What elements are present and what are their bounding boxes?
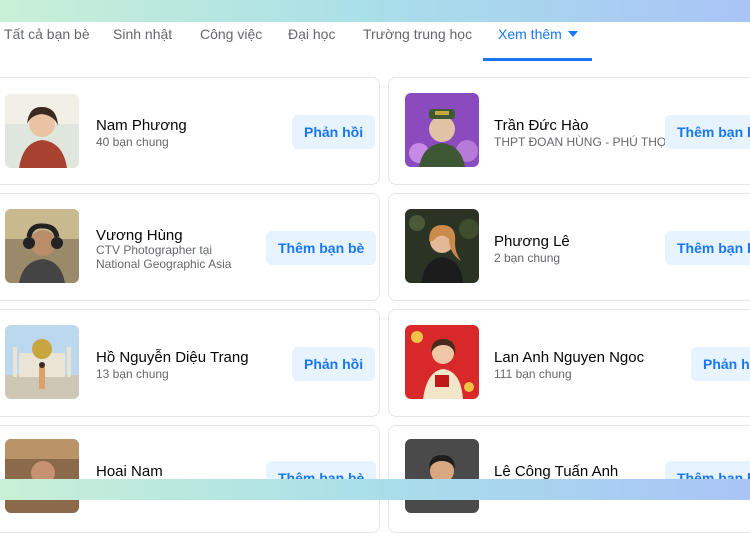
friend-name[interactable]: Trần Đức Hào (494, 117, 589, 134)
tab-university[interactable]: Đại học (288, 22, 335, 62)
tab-see-more[interactable]: Xem thêm (498, 22, 578, 62)
friend-card[interactable]: Nam Phương 40 bạn chung Phản hồi (0, 77, 380, 185)
friend-school: THPT ĐOAN HÙNG - PHÚ THỌ (494, 135, 667, 149)
friend-name[interactable]: Lan Anh Nguyen Ngoc (494, 349, 644, 366)
bottom-gradient-band (0, 479, 750, 500)
friend-name[interactable]: Nam Phương (96, 117, 187, 134)
friends-tab-bar: Tất cả bạn bè Sinh nhật Công việc Đại họ… (0, 22, 750, 62)
avatar[interactable] (405, 93, 479, 167)
caret-down-icon (567, 31, 578, 37)
friend-name[interactable]: Hồ Nguyễn Diệu Trang (96, 349, 249, 366)
add-friend-button[interactable]: Thêm bạn bè (266, 231, 377, 265)
friend-card[interactable]: Vương Hùng CTV Photographer tại National… (0, 193, 380, 301)
mutual-friends: 40 bạn chung (96, 135, 169, 149)
add-friend-button[interactable]: Thêm bạn bè (665, 115, 750, 149)
friend-name[interactable]: Hoai Nam (96, 463, 163, 480)
friend-name[interactable]: Vương Hùng (96, 227, 183, 244)
mutual-friends: 111 bạn chung (494, 367, 572, 381)
friend-card[interactable]: Phương Lê 2 bạn chung Thêm bạn bè (388, 193, 750, 301)
avatar[interactable] (5, 209, 79, 283)
friend-card[interactable]: Trần Đức Hào THPT ĐOAN HÙNG - PHÚ THỌ Th… (388, 77, 750, 185)
top-gradient-band (0, 0, 750, 22)
respond-button[interactable]: Phản hồi (292, 115, 376, 149)
add-friend-button[interactable]: Thêm bạn bè (665, 231, 750, 265)
avatar[interactable] (405, 209, 479, 283)
avatar[interactable] (5, 94, 79, 168)
friend-name[interactable]: Lê Công Tuấn Anh (494, 463, 618, 480)
avatar[interactable] (405, 439, 479, 513)
tab-see-more-label: Xem thêm (498, 26, 562, 42)
respond-button[interactable]: Phản hồi (691, 347, 750, 381)
avatar[interactable] (5, 439, 79, 513)
tab-birthdays[interactable]: Sinh nhật (113, 22, 172, 62)
tab-all-friends[interactable]: Tất cả bạn bè (4, 22, 90, 62)
mutual-friends: 2 bạn chung (494, 251, 561, 265)
avatar[interactable] (5, 325, 79, 399)
mutual-friends: 13 bạn chung (96, 367, 169, 381)
friend-work: CTV Photographer tại National Geographic… (96, 243, 232, 271)
friend-name[interactable]: Phương Lê (494, 233, 570, 250)
tab-high-school[interactable]: Trường trung học (363, 22, 472, 62)
active-tab-indicator (483, 58, 592, 61)
friend-card[interactable]: Hồ Nguyễn Diệu Trang 13 bạn chung Phản h… (0, 309, 380, 417)
avatar[interactable] (405, 325, 479, 399)
friend-card[interactable]: Lan Anh Nguyen Ngoc 111 bạn chung Phản h… (388, 309, 750, 417)
respond-button[interactable]: Phản hồi (292, 347, 376, 381)
tab-work[interactable]: Công việc (200, 22, 262, 62)
